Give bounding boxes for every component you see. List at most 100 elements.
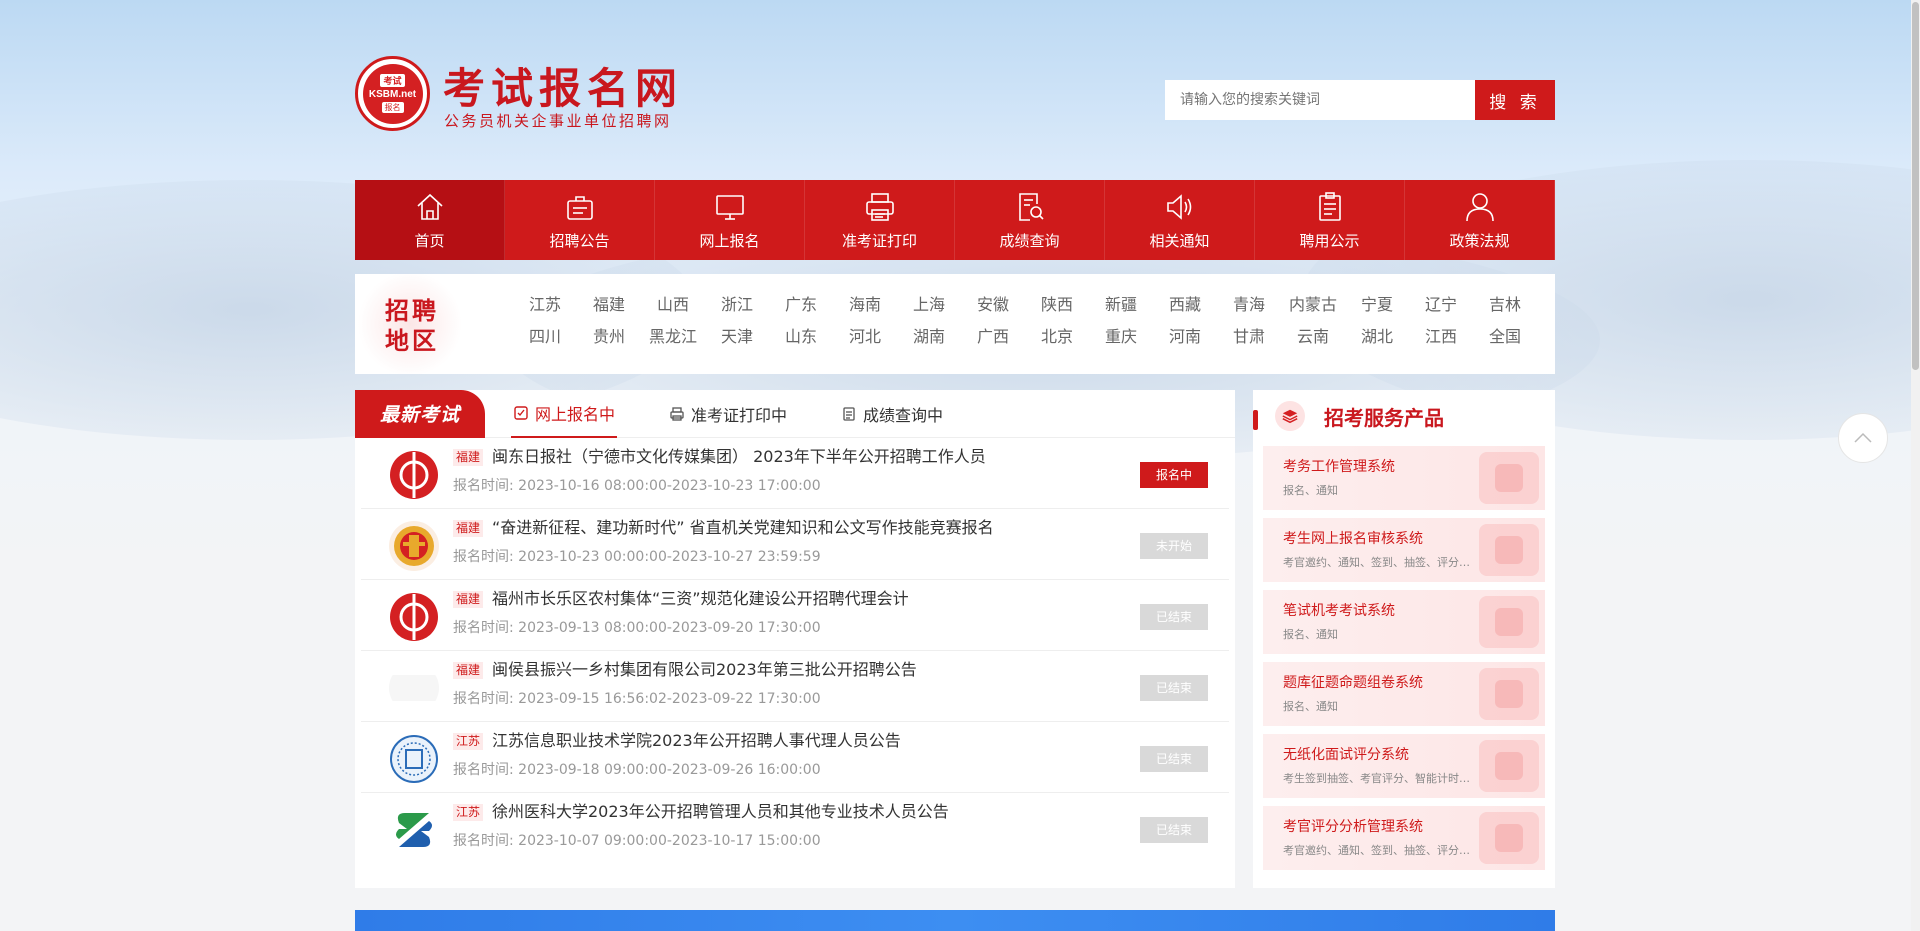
- region-link[interactable]: 湖北: [1345, 326, 1409, 348]
- nav-label: 政策法规: [1449, 231, 1510, 250]
- organization-logo[interactable]: [389, 734, 439, 784]
- scrollbar-thumb[interactable]: [1912, 2, 1919, 370]
- service-product-card[interactable]: 笔试机考考试系统 报名、通知: [1263, 590, 1545, 654]
- region-link[interactable]: 新疆: [1089, 294, 1153, 316]
- organization-logo[interactable]: [389, 592, 439, 642]
- time-label: 报名时间:: [453, 833, 514, 849]
- region-link[interactable]: 重庆: [1089, 326, 1153, 348]
- registration-time: 报名时间: 2023-10-07 09:00:00-2023-10-17 15:…: [453, 831, 821, 851]
- service-title: 题库征题命题组卷系统: [1283, 675, 1423, 691]
- service-description: 考生签到抽签、考官评分、智能计时暂停: [1283, 772, 1473, 785]
- nav-label: 首页: [414, 231, 445, 250]
- time-range: 2023-09-15 16:56:02-2023-09-22 17:30:00: [518, 691, 821, 707]
- organization-logo[interactable]: [389, 521, 439, 571]
- region-link[interactable]: 西藏: [1153, 294, 1217, 316]
- status-button[interactable]: 已结束: [1140, 746, 1208, 772]
- organization-logo[interactable]: [389, 805, 439, 855]
- region-link[interactable]: 河北: [833, 326, 897, 348]
- nav-item-announcements[interactable]: 招聘公告: [505, 180, 655, 260]
- region-link[interactable]: 江苏: [513, 294, 577, 316]
- tab-label: 网上报名中: [535, 404, 616, 424]
- nav-label: 相关通知: [1149, 231, 1210, 250]
- user-icon: [1465, 192, 1494, 221]
- status-button[interactable]: 已结束: [1140, 817, 1208, 843]
- province-tag: 福建: [453, 520, 484, 537]
- nav-item-admission-print[interactable]: 准考证打印: [805, 180, 955, 260]
- status-button[interactable]: 未开始: [1140, 533, 1208, 559]
- region-link[interactable]: 江西: [1409, 326, 1473, 348]
- nav-item-online-registration[interactable]: 网上报名: [655, 180, 805, 260]
- region-link[interactable]: 海南: [833, 294, 897, 316]
- region-link[interactable]: 贵州: [577, 326, 641, 348]
- bottom-banner: [355, 910, 1555, 931]
- exam-title-link[interactable]: 福州市长乐区农村集体“三资”规范化建设公开招聘代理会计: [492, 588, 909, 610]
- page-scrollbar[interactable]: [1911, 0, 1920, 931]
- region-badge-line2: 地区: [385, 326, 439, 355]
- header-accent-bar: [1253, 410, 1258, 430]
- exam-title-link[interactable]: 徐州医科大学2023年公开招聘管理人员和其他专业技术人员公告: [492, 801, 949, 823]
- search-input[interactable]: [1165, 80, 1475, 120]
- service-product-card[interactable]: 考官评分分析管理系统 考官邀约、通知、签到、抽签、评分分析: [1263, 806, 1545, 870]
- region-link[interactable]: 上海: [897, 294, 961, 316]
- region-link[interactable]: 天津: [705, 326, 769, 348]
- region-link[interactable]: 云南: [1281, 326, 1345, 348]
- region-link[interactable]: 辽宁: [1409, 294, 1473, 316]
- service-product-card[interactable]: 考务工作管理系统 报名、通知: [1263, 446, 1545, 510]
- region-list: 江苏 福建 山西 浙江 广东 海南 上海 安徽 陕西 新疆 西藏 青海 内蒙古 宁夏 辽宁 吉林 四川 贵州 黑龙江…: [513, 294, 1533, 348]
- nav-item-hiring-publicity[interactable]: 聘用公示: [1255, 180, 1405, 260]
- region-link[interactable]: 陕西: [1025, 294, 1089, 316]
- clipboard-icon: [1318, 191, 1341, 221]
- region-link[interactable]: 广东: [769, 294, 833, 316]
- organization-logo[interactable]: [389, 450, 439, 500]
- nav-item-home[interactable]: 首页: [355, 180, 505, 260]
- tab-admission-print[interactable]: 准考证打印中: [667, 390, 789, 438]
- tab-label: 准考证打印中: [691, 405, 788, 425]
- region-link[interactable]: 甘肃: [1217, 326, 1281, 348]
- nav-item-notices[interactable]: 相关通知: [1105, 180, 1255, 260]
- region-link[interactable]: 河南: [1153, 326, 1217, 348]
- region-link[interactable]: 四川: [513, 326, 577, 348]
- region-link[interactable]: 湖南: [897, 326, 961, 348]
- status-button[interactable]: 报名中: [1140, 462, 1208, 488]
- service-description: 报名、通知: [1283, 628, 1338, 641]
- region-link[interactable]: 山东: [769, 326, 833, 348]
- tab-score-query[interactable]: 成绩查询中: [839, 390, 945, 438]
- exam-title-link[interactable]: 江苏信息职业技术学院2023年公开招聘人事代理人员公告: [492, 730, 901, 752]
- province-tag: 江苏: [453, 804, 484, 821]
- region-link[interactable]: 福建: [577, 294, 641, 316]
- chevron-up-icon: [1854, 432, 1872, 443]
- nav-item-policy[interactable]: 政策法规: [1405, 180, 1555, 260]
- region-link[interactable]: 青海: [1217, 294, 1281, 316]
- region-link[interactable]: 全国: [1473, 326, 1537, 348]
- site-logo[interactable]: 考试 KSBM.net 报名: [355, 56, 430, 131]
- service-product-card[interactable]: 考生网上报名审核系统 考官邀约、通知、签到、抽签、评分分析: [1263, 518, 1545, 582]
- printer-icon: [670, 406, 684, 421]
- site-title[interactable]: 考试报名网: [443, 55, 683, 116]
- status-button[interactable]: 已结束: [1140, 675, 1208, 701]
- search-button[interactable]: 搜 索: [1475, 80, 1555, 120]
- exam-title-link[interactable]: “奋进新征程、建功新时代” 省直机关党建知识和公文写作技能竞赛报名: [492, 517, 994, 539]
- service-product-card[interactable]: 题库征题命题组卷系统 报名、通知: [1263, 662, 1545, 726]
- tab-online-registration[interactable]: 网上报名中: [511, 390, 618, 438]
- region-link[interactable]: 山西: [641, 294, 705, 316]
- exam-title-link[interactable]: 闽东日报社（宁德市文化传媒集团） 2023年下半年公开招聘工作人员: [492, 446, 986, 468]
- region-link[interactable]: 广西: [961, 326, 1025, 348]
- region-link[interactable]: 内蒙古: [1281, 294, 1345, 316]
- region-link[interactable]: 黑龙江: [641, 326, 705, 348]
- region-link[interactable]: 安徽: [961, 294, 1025, 316]
- organization-logo[interactable]: [389, 663, 439, 713]
- status-button[interactable]: 已结束: [1140, 604, 1208, 630]
- back-to-top-button[interactable]: [1838, 413, 1888, 463]
- search-bar: 搜 索: [1165, 80, 1555, 120]
- region-link[interactable]: 北京: [1025, 326, 1089, 348]
- service-product-card[interactable]: 无纸化面试评分系统 考生签到抽签、考官评分、智能计时暂停: [1263, 734, 1545, 798]
- nav-item-score-query[interactable]: 成绩查询: [955, 180, 1105, 260]
- nav-label: 成绩查询: [999, 231, 1060, 250]
- region-link[interactable]: 吉林: [1473, 294, 1537, 316]
- document-search-icon: [1018, 192, 1044, 221]
- region-link[interactable]: 浙江: [705, 294, 769, 316]
- exam-title-link[interactable]: 闽侯县振兴一乡村集团有限公司2023年第三批公开招聘公告: [492, 659, 917, 681]
- logo-text-mid: KSBM.net: [368, 89, 417, 100]
- region-link[interactable]: 宁夏: [1345, 294, 1409, 316]
- service-title: 笔试机考考试系统: [1283, 603, 1395, 619]
